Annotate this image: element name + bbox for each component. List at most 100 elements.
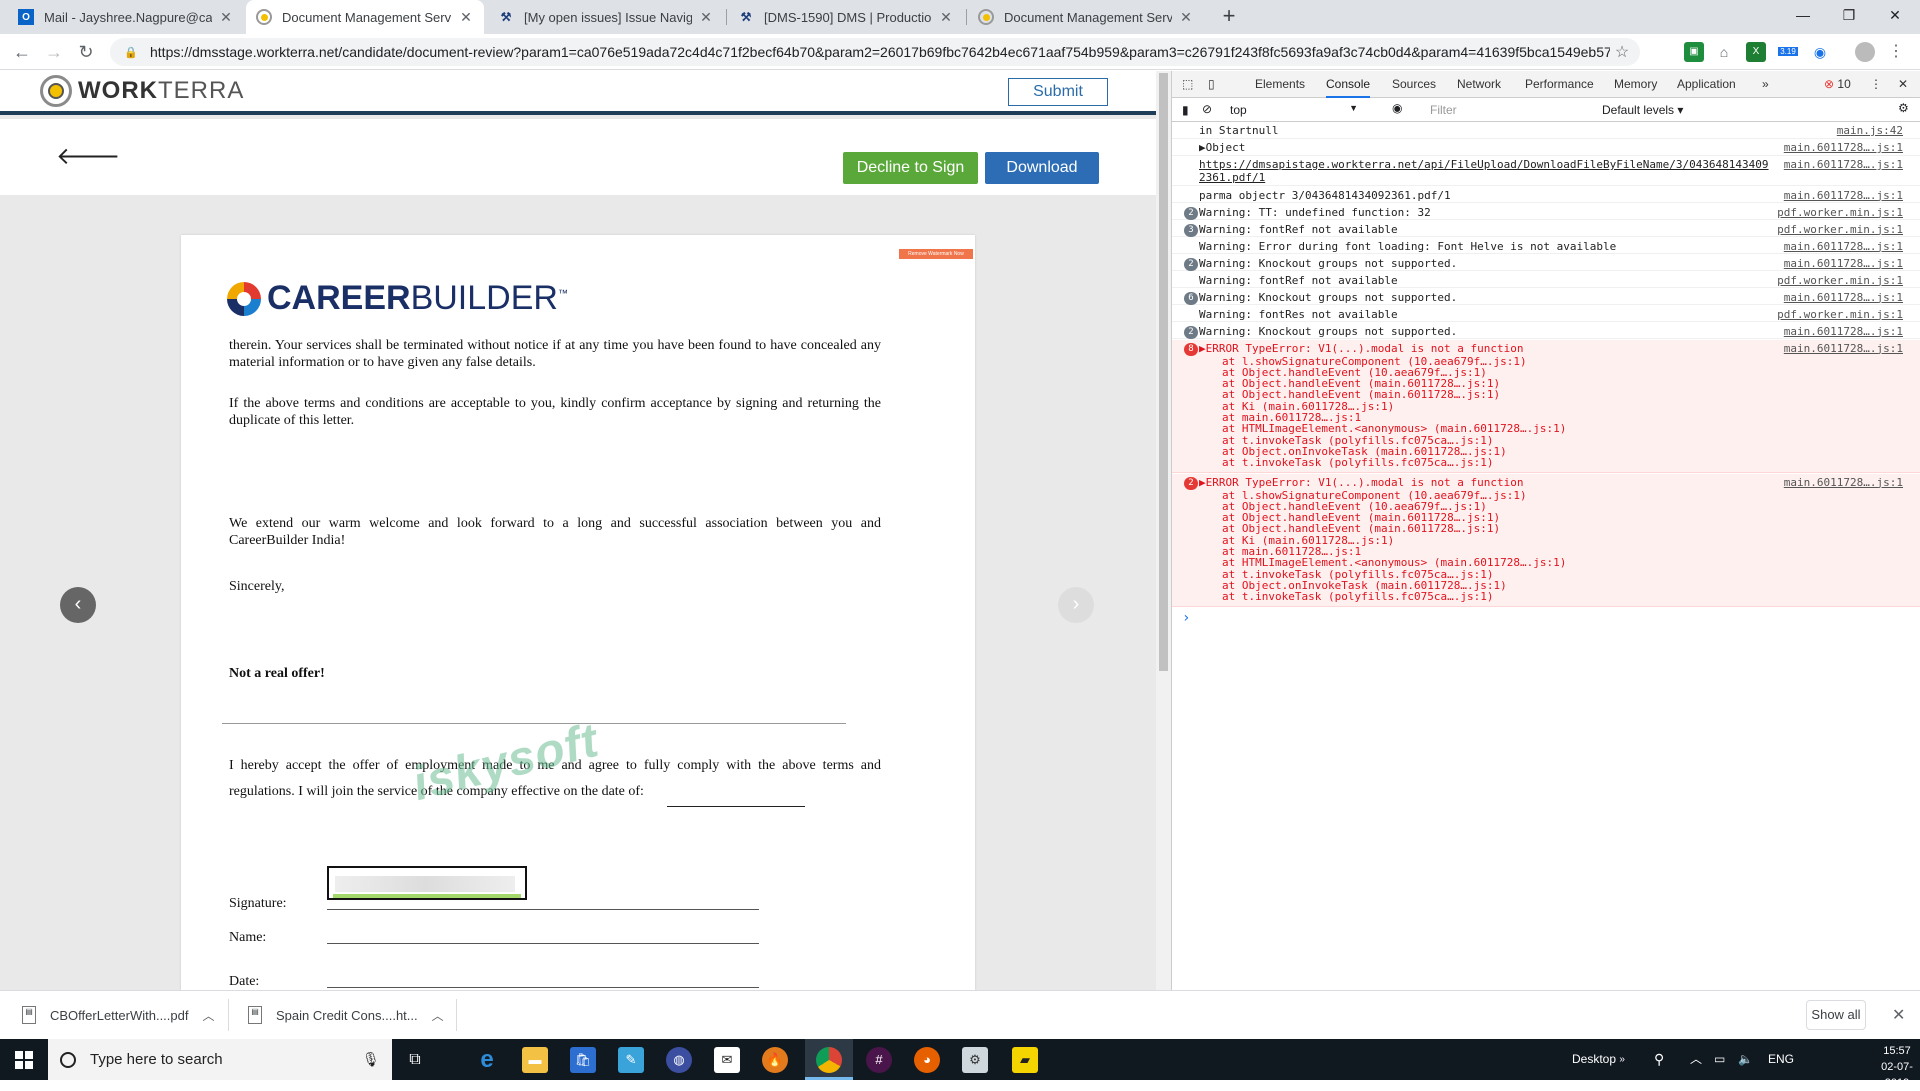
console-message[interactable]: 2 Warning: TT: undefined function: 32 pdf.… <box>1172 204 1920 220</box>
taskbar-search-box[interactable]: Type here to search 🎙 <box>48 1039 392 1080</box>
console-source-link[interactable]: pdf.worker.min.js:1 <box>1777 223 1903 236</box>
console-filter-input[interactable]: Filter <box>1430 103 1590 117</box>
console-message[interactable]: parma objectr 3/0436481434092361.pdf/1 ma… <box>1172 187 1920 203</box>
tray-chevron-up-icon[interactable]: ︿ <box>1690 1039 1702 1080</box>
sticky-notes-icon[interactable]: ▰ <box>1012 1047 1038 1073</box>
firefox-icon[interactable]: ◕ <box>914 1047 940 1073</box>
console-prompt[interactable]: › <box>1182 610 1190 626</box>
eye-icon[interactable]: ◉ <box>1392 101 1402 115</box>
console-source-link[interactable]: main.6011728….js:1 <box>1784 158 1903 171</box>
chevron-up-icon[interactable]: ︿ <box>202 1007 214 1024</box>
tab-memory[interactable]: Memory <box>1614 71 1657 98</box>
console-error-message[interactable]: 8 ▶ERROR TypeError: V1(...).modal is not … <box>1172 339 1920 473</box>
download-button[interactable]: Download <box>985 152 1099 184</box>
log-levels-dropdown[interactable]: Default levels ▾ <box>1602 103 1683 117</box>
console-message[interactable]: 2 Warning: Knockout groups not supported.… <box>1172 323 1920 339</box>
close-download-bar-icon[interactable]: ✕ <box>1892 1005 1905 1025</box>
browser-tab-issue-navigator[interactable]: ⚒ [My open issues] Issue Navigator ✕ <box>488 0 724 34</box>
submit-button[interactable]: Submit <box>1008 78 1108 106</box>
chevron-up-icon[interactable]: ︿ <box>432 1007 444 1024</box>
console-message[interactable]: ▶Object main.6011728….js:1 <box>1172 139 1920 156</box>
console-source-link[interactable]: main.6011728….js:1 <box>1784 141 1903 154</box>
more-tabs-icon[interactable]: » <box>1762 71 1769 98</box>
back-icon[interactable]: ← <box>10 40 34 64</box>
console-message[interactable]: 3 Warning: fontRef not available pdf.worke… <box>1172 221 1920 237</box>
camera-icon[interactable]: ⌂ <box>1714 42 1734 62</box>
mail-icon[interactable]: ✉ <box>714 1047 740 1073</box>
restore-icon[interactable]: ❐ <box>1826 0 1872 30</box>
context-selector[interactable]: top ▼ <box>1230 103 1358 117</box>
minimize-icon[interactable]: — <box>1780 0 1826 30</box>
file-explorer-icon[interactable]: ▬ <box>522 1047 548 1073</box>
close-icon[interactable]: ✕ <box>938 9 954 26</box>
tab-network[interactable]: Network <box>1457 71 1501 98</box>
show-all-downloads-button[interactable]: Show all <box>1806 1000 1866 1030</box>
task-view-icon[interactable]: ⧉ <box>402 1047 428 1073</box>
console-message[interactable]: Warning: Error during font loading: Font… <box>1172 238 1920 254</box>
console-source-link[interactable]: main.js:42 <box>1837 124 1903 137</box>
console-message[interactable]: https://dmsapistage.workterra.net/api/Fi… <box>1172 156 1920 186</box>
console-source-link[interactable]: pdf.worker.min.js:1 <box>1777 308 1903 321</box>
people-icon[interactable]: ⚲ <box>1654 1039 1664 1080</box>
reload-icon[interactable]: ↻ <box>74 40 98 64</box>
address-bar[interactable]: 🔒 https://dmsstage.workterra.net/candida… <box>110 38 1640 66</box>
menu-kebab-icon[interactable]: ⋮ <box>1886 42 1906 62</box>
console-source-link[interactable]: main.6011728….js:1 <box>1784 342 1903 355</box>
bookmark-star-icon[interactable]: ☆ <box>1610 42 1634 62</box>
tab-console[interactable]: Console <box>1326 71 1371 98</box>
devtools-menu-icon[interactable]: ⋮ <box>1870 71 1882 98</box>
browser-tab-dms-1590[interactable]: ⚒ [DMS-1590] DMS | Production | P ✕ <box>728 0 964 34</box>
error-count-badge[interactable]: ⊗ 10 <box>1824 71 1851 98</box>
chrome-extension-icon[interactable]: ◉ <box>1810 42 1830 62</box>
clear-console-icon[interactable]: ⊘ <box>1202 102 1212 116</box>
browser-tab-dms-2[interactable]: Document Management Service ✕ <box>968 0 1204 34</box>
console-source-link[interactable]: main.6011728….js:1 <box>1784 257 1903 270</box>
close-icon[interactable]: ✕ <box>1178 9 1194 26</box>
notepad-icon[interactable]: ✎ <box>618 1047 644 1073</box>
download-item[interactable]: ▤ Spain Credit Cons....ht... ︿ <box>248 999 444 1031</box>
fire-app-icon[interactable]: 🔥 <box>762 1047 788 1073</box>
download-item[interactable]: ▤ CBOfferLetterWith....pdf ︿ <box>22 999 215 1031</box>
volume-icon[interactable]: 🔈 <box>1738 1039 1753 1080</box>
page-scrollbar[interactable] <box>1156 71 1171 990</box>
console-source-link[interactable]: main.6011728….js:1 <box>1784 189 1903 202</box>
console-source-link[interactable]: main.6011728….js:1 <box>1784 476 1903 489</box>
forward-icon[interactable]: → <box>42 40 66 64</box>
console-source-link[interactable]: main.6011728….js:1 <box>1784 291 1903 304</box>
stack-trace-line[interactable]: at t.invokeTask (polyfills.fc075ca….js:1… <box>1222 590 1494 603</box>
device-toolbar-icon[interactable]: ▯ <box>1208 71 1215 98</box>
profile-avatar-icon[interactable] <box>1855 42 1875 62</box>
extension-badge-icon[interactable]: 3.19 <box>1778 42 1798 62</box>
language-indicator[interactable]: ENG <box>1768 1039 1794 1080</box>
sidebar-toggle-icon[interactable]: ▮ <box>1182 103 1189 117</box>
console-settings-gear-icon[interactable]: ⚙ <box>1898 101 1909 115</box>
console-message[interactable]: Warning: fontRes not available pdf.worker… <box>1172 306 1920 322</box>
close-icon[interactable]: ✕ <box>458 9 474 26</box>
console-source-link[interactable]: pdf.worker.min.js:1 <box>1777 206 1903 219</box>
start-button[interactable] <box>0 1039 48 1080</box>
console-source-link[interactable]: pdf.worker.min.js:1 <box>1777 274 1903 287</box>
previous-page-button[interactable]: ‹ <box>60 587 96 623</box>
console-message[interactable]: Warning: fontRef not available pdf.worker… <box>1172 272 1920 288</box>
stack-trace-line[interactable]: at t.invokeTask (polyfills.fc075ca….js:1… <box>1222 456 1494 469</box>
excel-extension-icon[interactable]: X <box>1746 42 1766 62</box>
edge-icon[interactable]: e <box>474 1047 500 1073</box>
console-error-message[interactable]: 2 ▶ERROR TypeError: V1(...).modal is not … <box>1172 473 1920 607</box>
page-scrollbar-thumb[interactable] <box>1159 73 1168 671</box>
extension-green-icon[interactable]: ▣ <box>1684 42 1704 62</box>
close-icon[interactable]: ✕ <box>218 9 234 26</box>
network-icon[interactable]: ▭ <box>1714 1039 1725 1080</box>
taskbar-clock[interactable]: 15:57 02-07-2019 <box>1874 1043 1920 1091</box>
close-icon[interactable]: ✕ <box>698 9 714 26</box>
console-source-link[interactable]: main.6011728….js:1 <box>1784 325 1903 338</box>
microphone-icon[interactable]: 🎙 <box>362 1051 392 1068</box>
new-tab-button[interactable]: + <box>1216 4 1242 30</box>
tab-elements[interactable]: Elements <box>1255 71 1305 98</box>
tab-performance[interactable]: Performance <box>1525 71 1594 98</box>
console-message[interactable]: in Startnull main.js:42 <box>1172 122 1920 139</box>
store-icon[interactable]: 🛍 <box>570 1047 596 1073</box>
back-arrow-icon[interactable]: 🡐 <box>56 141 120 171</box>
console-source-link[interactable]: main.6011728….js:1 <box>1784 240 1903 253</box>
console-message[interactable]: 6 Warning: Knockout groups not supported.… <box>1172 289 1920 305</box>
devtools-close-icon[interactable]: ✕ <box>1898 71 1908 98</box>
